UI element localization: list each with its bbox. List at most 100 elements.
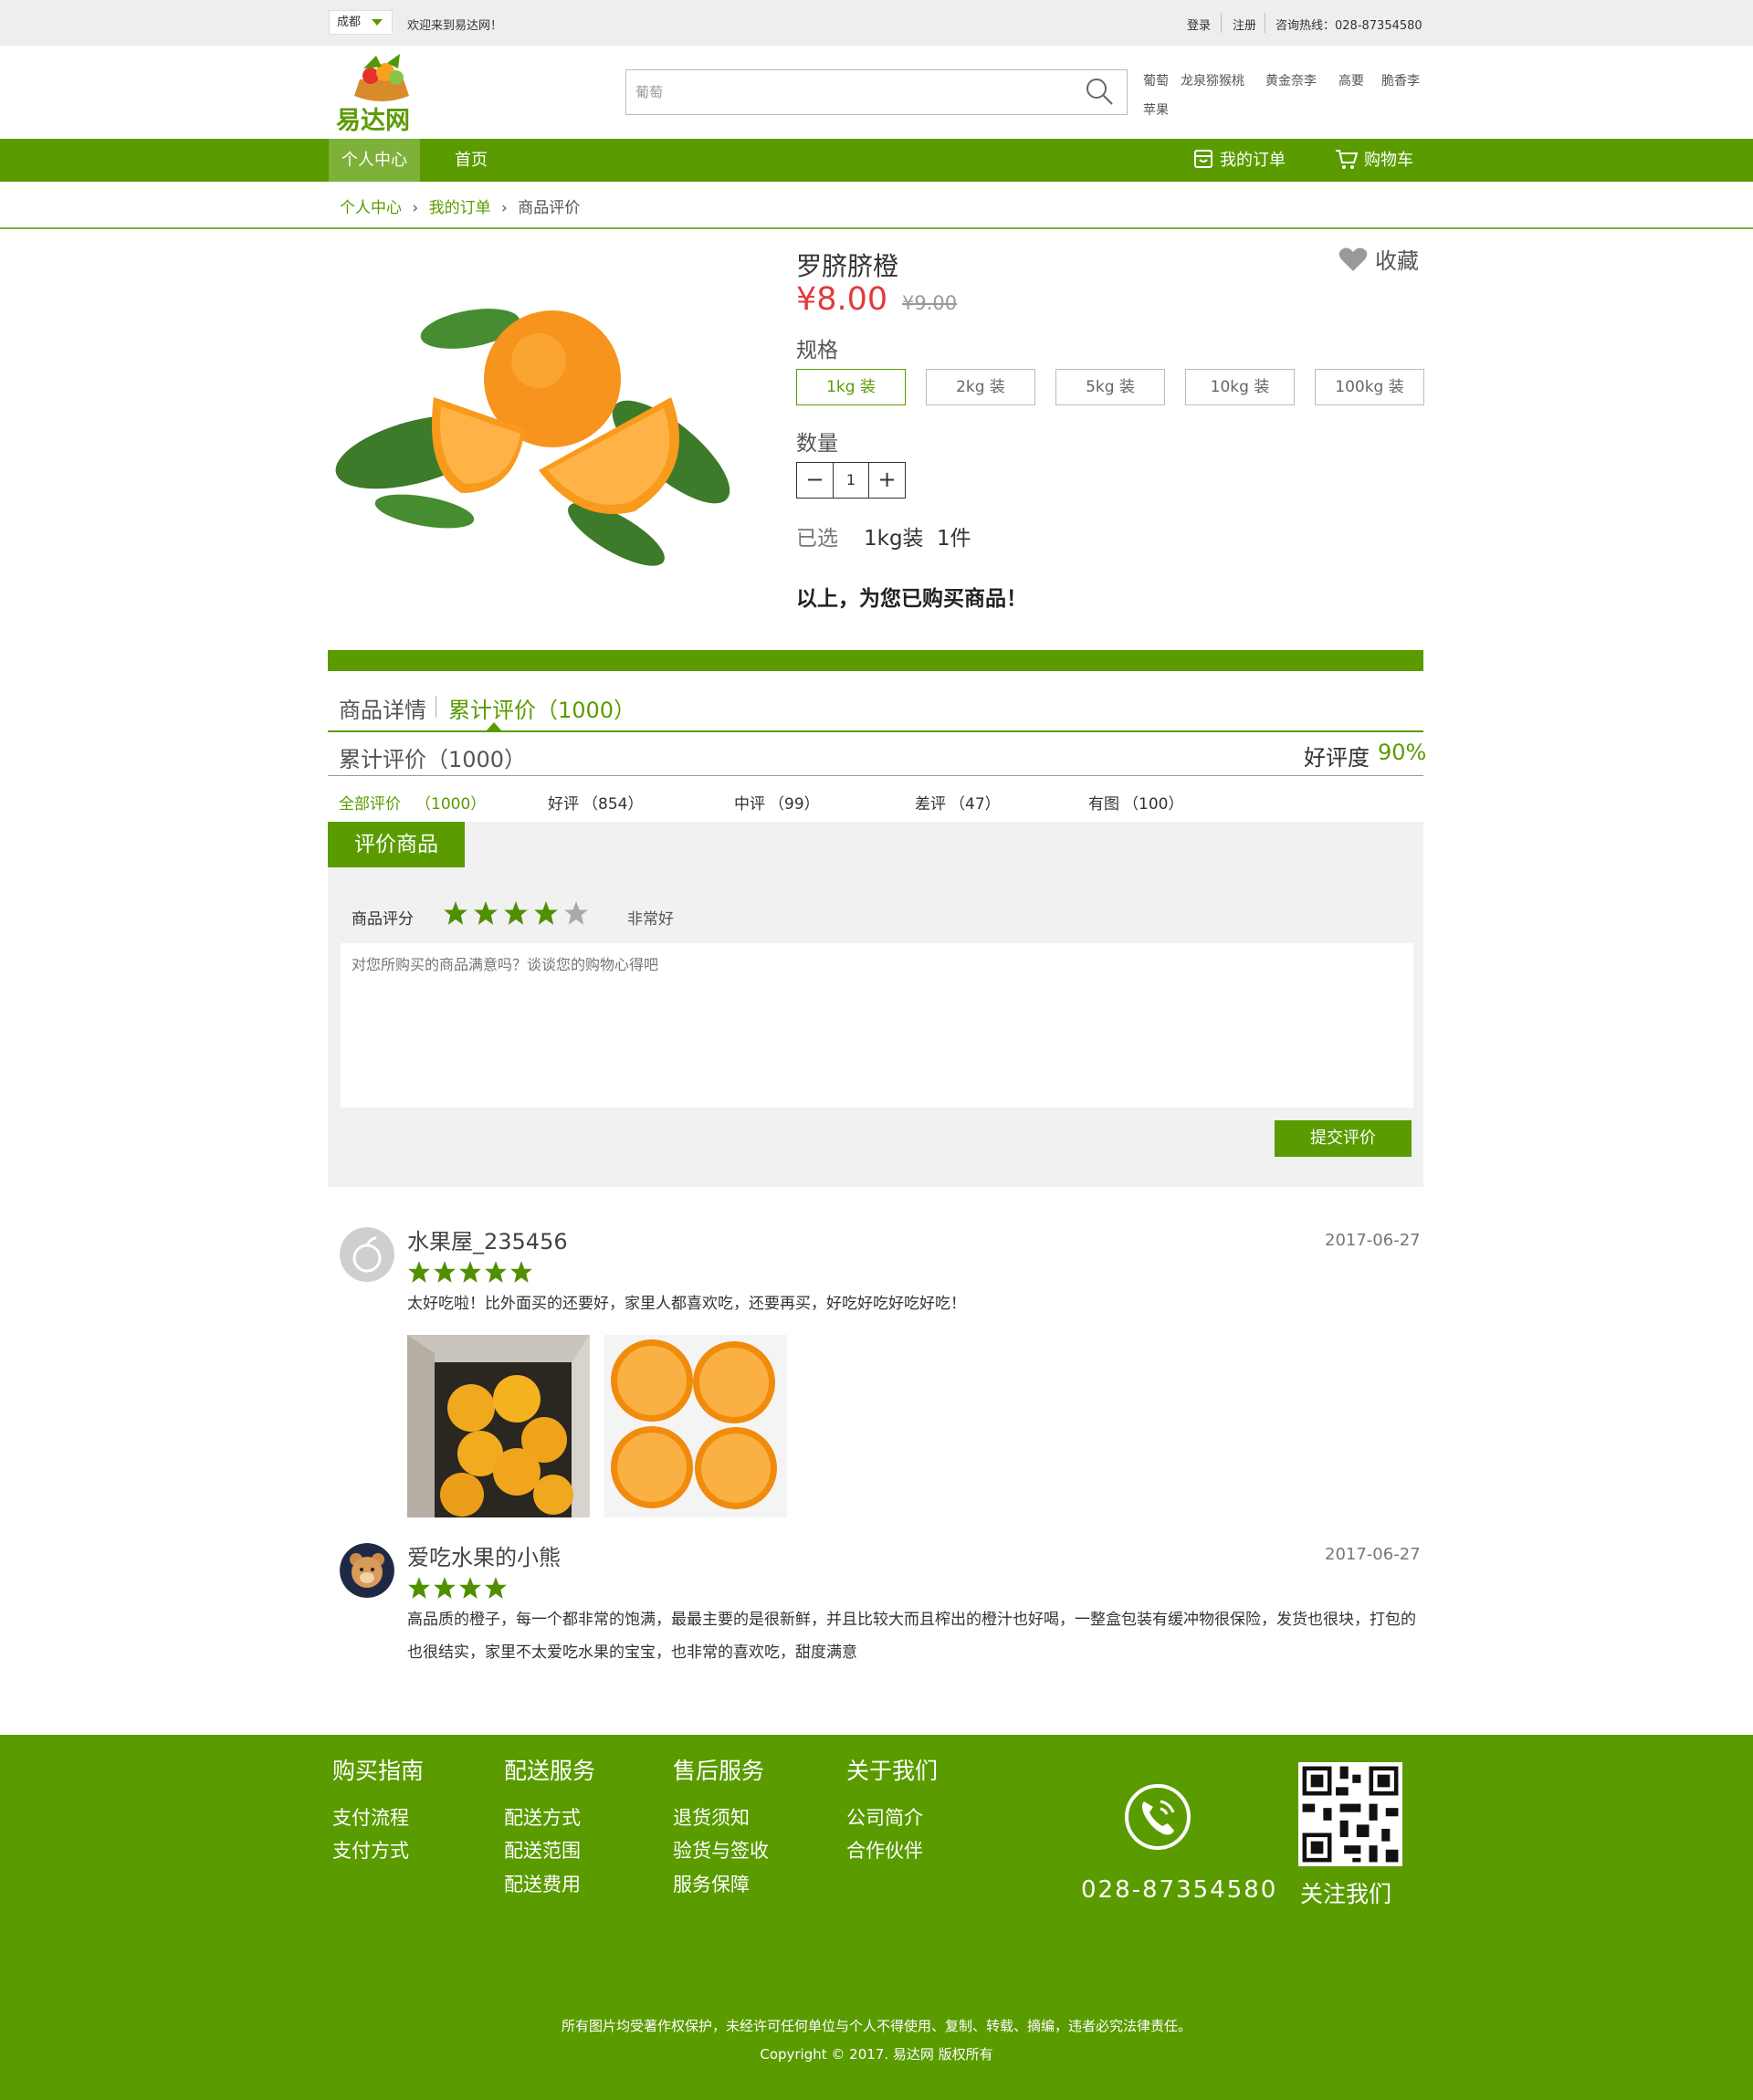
nav-item-personal-center[interactable]: 个人中心: [329, 139, 420, 182]
selected-quantity: 1件: [937, 527, 971, 551]
divider: [328, 730, 1423, 732]
decrement-button[interactable]: −: [797, 463, 834, 498]
logo-text: 易达网: [336, 107, 410, 135]
hot-word[interactable]: 高要: [1338, 71, 1364, 89]
review-date: 2017-06-27: [1325, 1231, 1421, 1250]
footer-link[interactable]: 配送范围: [504, 1836, 581, 1864]
register-link[interactable]: 注册: [1233, 16, 1256, 33]
star-icon: [510, 1261, 532, 1283]
spec-option-10kg[interactable]: 10kg 装: [1185, 369, 1295, 405]
filter-with-photos[interactable]: 有图 （100）: [1088, 791, 1183, 814]
footer-link[interactable]: 配送费用: [504, 1870, 581, 1897]
quantity-value[interactable]: 1: [834, 463, 868, 498]
filter-positive[interactable]: 好评 （854）: [548, 791, 643, 814]
footer-link[interactable]: 支付方式: [332, 1836, 409, 1864]
breadcrumb-item[interactable]: 我的订单: [429, 199, 491, 217]
welcome-text: 欢迎来到易达网！: [407, 19, 503, 33]
star-icon[interactable]: [563, 900, 589, 926]
hotline-text: 咨询热线：028-87354580: [1275, 19, 1422, 33]
city-selector[interactable]: 成都: [329, 10, 393, 35]
footer-heading: 关于我们: [846, 1758, 939, 1784]
increment-button[interactable]: +: [868, 463, 905, 498]
city-label: 成都: [337, 16, 362, 29]
nav-item-cart[interactable]: 购物车: [1335, 139, 1413, 182]
cart-icon: [1336, 150, 1359, 169]
star-icon: [459, 1577, 481, 1599]
star-icon[interactable]: [443, 900, 468, 926]
spec-option-1kg[interactable]: 1kg 装: [796, 369, 906, 405]
filter-neutral[interactable]: 中评 （99）: [734, 791, 820, 814]
tab-details[interactable]: 商品详情: [339, 692, 426, 724]
nav-item-my-orders[interactable]: 我的订单: [1192, 139, 1286, 182]
filter-count: （854）: [583, 795, 644, 814]
filter-label: 差评: [915, 795, 946, 814]
filter-label: 全部评价: [339, 795, 401, 814]
selected-spec: 1kg装: [864, 527, 924, 551]
copyright-notice: 所有图片均受著作权保护，未经许可任何单位与个人不得使用、复制、转载、摘编，违者必…: [561, 2018, 1191, 2034]
filter-all[interactable]: 全部评价 （1000）: [339, 791, 486, 814]
review-textarea[interactable]: [341, 943, 1413, 1108]
search-placeholder: 葡萄: [635, 84, 664, 100]
footer-heading: 售后服务: [673, 1758, 765, 1784]
selected-label: 已选: [796, 527, 838, 551]
star-icon[interactable]: [533, 900, 559, 926]
top-bar: [0, 0, 1753, 46]
filter-label: 中评: [734, 795, 765, 814]
filter-negative[interactable]: 差评 （47）: [915, 791, 1001, 814]
order-icon: [1194, 150, 1212, 168]
filter-label: 好评: [548, 795, 579, 814]
favorite-button[interactable]: 收藏: [1338, 243, 1419, 275]
star-icon[interactable]: [473, 900, 499, 926]
review-photo[interactable]: [604, 1335, 787, 1517]
hot-word[interactable]: 脆香李: [1381, 71, 1420, 89]
tab-reviews[interactable]: 累计评价（1000）: [448, 692, 635, 724]
spec-option-5kg[interactable]: 5kg 装: [1055, 369, 1165, 405]
footer-heading: 购买指南: [332, 1758, 425, 1784]
review-user: 水果屋_235456: [407, 1229, 568, 1255]
footer-link[interactable]: 退货须知: [673, 1803, 750, 1831]
divider: [328, 775, 1423, 776]
filter-count: （1000）: [415, 795, 487, 814]
login-link[interactable]: 登录: [1187, 16, 1211, 33]
follow-us: 关注我们: [1300, 1881, 1392, 1907]
breadcrumb-item[interactable]: 个人中心: [340, 199, 402, 217]
search-input[interactable]: 葡萄: [625, 69, 1128, 115]
star-icon[interactable]: [503, 900, 529, 926]
section-bar: [328, 650, 1423, 671]
footer-link[interactable]: 公司简介: [846, 1803, 923, 1831]
purchased-note: 以上，为您已购买商品！: [796, 587, 1027, 611]
footer-link[interactable]: 验货与签收: [673, 1836, 769, 1864]
footer-link[interactable]: 配送方式: [504, 1803, 581, 1831]
quantity-label: 数量: [796, 432, 838, 456]
submit-review-button[interactable]: 提交评价: [1275, 1120, 1412, 1157]
footer-phone: 028-87354580: [1081, 1876, 1278, 1904]
search-icon[interactable]: [1085, 77, 1114, 106]
filter-count: （99）: [769, 795, 820, 814]
hot-word[interactable]: 苹果: [1143, 100, 1169, 119]
favorite-label: 收藏: [1375, 248, 1419, 274]
avatar: [340, 1543, 394, 1598]
product-price: ¥8.00: [796, 281, 888, 318]
cumulative-reviews: 累计评价（1000）: [339, 747, 527, 772]
review-form-title: 评价商品: [328, 822, 465, 867]
hot-word[interactable]: 黄金奈李: [1265, 71, 1317, 89]
chevron-right-icon: ›: [412, 199, 419, 217]
filter-count: （100）: [1123, 795, 1184, 814]
qr-code-icon: [1298, 1762, 1402, 1866]
breadcrumb: 个人中心 › 我的订单 › 商品评价: [340, 194, 580, 217]
hot-word[interactable]: 龙泉猕猴桃: [1181, 71, 1244, 89]
spec-option-100kg[interactable]: 100kg 装: [1315, 369, 1424, 405]
footer-link[interactable]: 合作伙伴: [846, 1836, 923, 1864]
avatar: [340, 1227, 394, 1282]
footer-link[interactable]: 服务保障: [673, 1870, 750, 1897]
review-photo[interactable]: [407, 1335, 590, 1517]
nav-item-home[interactable]: 首页: [455, 139, 488, 182]
star-icon: [459, 1261, 481, 1283]
nav-orders-label: 我的订单: [1220, 151, 1286, 170]
spec-option-2kg[interactable]: 2kg 装: [926, 369, 1035, 405]
footer-heading: 配送服务: [504, 1758, 596, 1784]
footer-link[interactable]: 支付流程: [332, 1803, 409, 1831]
hot-word[interactable]: 葡萄: [1143, 71, 1169, 89]
breadcrumb-current: 商品评价: [518, 199, 581, 217]
star-icon: [434, 1261, 456, 1283]
